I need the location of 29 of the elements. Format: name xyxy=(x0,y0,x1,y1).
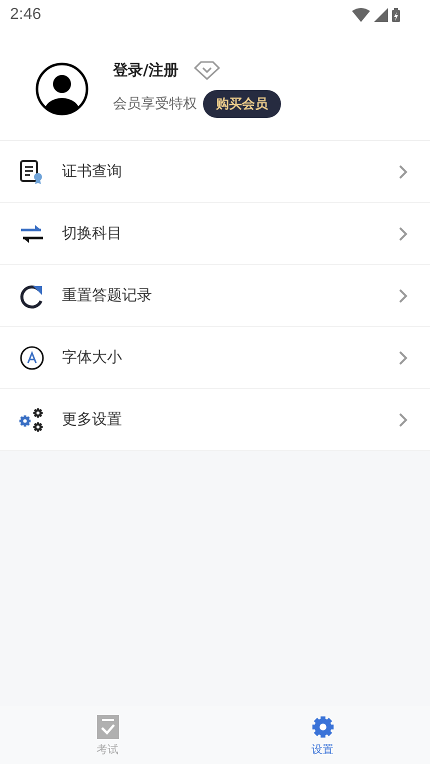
menu-item[interactable]: 字体大小 xyxy=(0,327,430,389)
settings-icon xyxy=(310,714,336,740)
avatar-icon[interactable] xyxy=(35,62,89,116)
buy-membership-button[interactable]: 购买会员 xyxy=(203,90,281,118)
menu-label: 证书查询 xyxy=(62,162,123,181)
login-register-link[interactable]: 登录/注册 xyxy=(113,60,178,80)
gears-icon xyxy=(18,406,46,434)
status-time: 2:46 xyxy=(10,6,42,24)
chevron-right-icon xyxy=(398,412,408,428)
menu-label: 更多设置 xyxy=(62,410,123,429)
menu-label: 重置答题记录 xyxy=(62,286,153,305)
battery-icon xyxy=(392,8,400,22)
menu-label: 字体大小 xyxy=(62,348,123,367)
menu-item[interactable]: 证书查询 xyxy=(0,141,430,203)
menu-item[interactable]: 更多设置 xyxy=(0,389,430,451)
chevron-right-icon xyxy=(398,288,408,304)
menu-label: 切换科目 xyxy=(62,224,123,243)
chevron-right-icon xyxy=(398,226,408,242)
signal-icon xyxy=(374,8,388,22)
wifi-icon xyxy=(352,8,370,22)
checklist-icon xyxy=(96,714,120,740)
diamond-icon xyxy=(194,60,220,80)
menu-item[interactable]: 重置答题记录 xyxy=(0,265,430,327)
chevron-right-icon xyxy=(398,164,408,180)
chevron-right-icon xyxy=(398,350,408,366)
font-size-icon xyxy=(18,344,46,372)
nav-tab[interactable]: 设置 xyxy=(215,706,430,764)
menu-item[interactable]: 切换科目 xyxy=(0,203,430,265)
member-benefits-text: 会员享受特权 xyxy=(113,95,197,113)
